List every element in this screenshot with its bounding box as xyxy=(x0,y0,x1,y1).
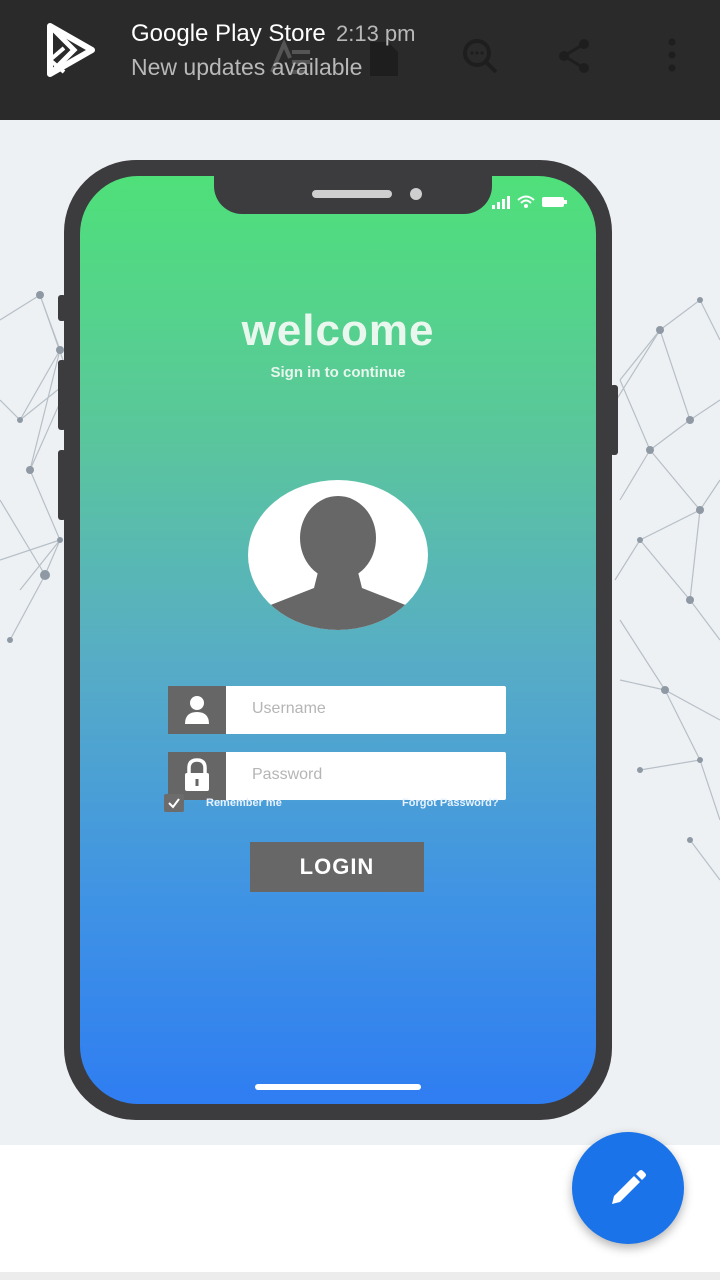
remember-checkbox[interactable] xyxy=(164,794,184,812)
camera-icon xyxy=(410,188,422,200)
phone-status-icons xyxy=(492,194,568,215)
username-placeholder: Username xyxy=(252,700,326,717)
home-indicator xyxy=(255,1084,421,1090)
phone-screen: welcome Sign in to continue Username Pas… xyxy=(80,176,596,1104)
search-icon[interactable] xyxy=(460,36,500,76)
phone-notch xyxy=(214,176,492,214)
remember-me-label: Remember me xyxy=(206,797,282,809)
username-field[interactable]: Username xyxy=(168,686,506,734)
image-viewer[interactable]: welcome Sign in to continue Username Pas… xyxy=(0,120,720,1145)
top-app-bar: Google Play Store 2:13 pm New updates av… xyxy=(0,0,720,120)
notification-message[interactable]: New updates available xyxy=(131,54,362,81)
user-icon xyxy=(168,686,226,734)
speaker-icon xyxy=(312,190,392,198)
more-vert-icon[interactable] xyxy=(664,36,680,76)
password-placeholder: Password xyxy=(252,766,323,783)
checkmark-icon xyxy=(168,798,180,809)
welcome-heading: welcome xyxy=(241,306,435,355)
phone-mockup: welcome Sign in to continue Username Pas… xyxy=(58,160,618,1120)
phone-volume-down xyxy=(58,450,66,520)
notification-title[interactable]: Google Play Store xyxy=(131,20,326,48)
forgot-password-link[interactable]: Forgot Password? xyxy=(402,797,499,809)
phone-side-button xyxy=(58,295,66,321)
play-store-icon xyxy=(42,20,98,80)
phone-volume-up xyxy=(58,360,66,430)
edit-pencil-icon xyxy=(612,1170,646,1204)
edit-fab-button[interactable] xyxy=(572,1132,684,1244)
notification-time: 2:13 pm xyxy=(336,21,416,46)
lock-icon xyxy=(168,752,226,800)
avatar xyxy=(248,480,428,630)
user-silhouette-icon xyxy=(258,496,418,630)
sign-in-subtitle: Sign in to continue xyxy=(270,364,406,381)
bottom-divider xyxy=(0,1272,720,1280)
login-button[interactable]: LOGIN xyxy=(250,842,424,892)
share-icon[interactable] xyxy=(554,36,594,76)
phone-power-button xyxy=(610,385,618,455)
password-field[interactable]: Password xyxy=(168,752,506,800)
